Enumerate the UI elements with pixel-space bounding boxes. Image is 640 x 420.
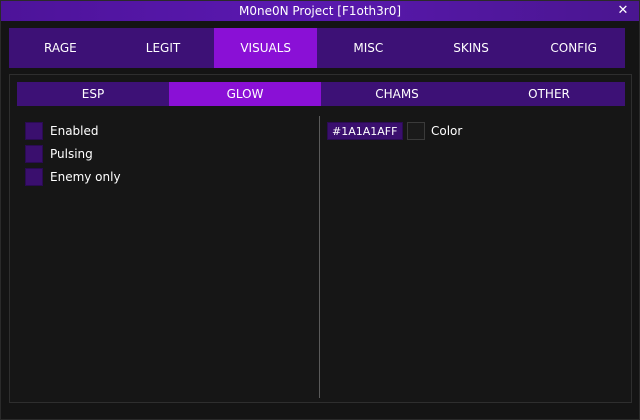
subtab-esp[interactable]: ESP [17, 82, 169, 106]
pulsing-label: Pulsing [50, 147, 93, 161]
color-swatch[interactable] [407, 122, 425, 140]
window-title: M0ne0N Project [F1oth3r0] [238, 4, 402, 18]
color-label: Color [431, 124, 463, 138]
enemy-only-option[interactable]: Enemy only [25, 168, 121, 186]
tab-visuals[interactable]: VISUALS [214, 28, 318, 68]
tab-legit[interactable]: LEGIT [111, 28, 215, 68]
enabled-label: Enabled [50, 124, 99, 138]
pulsing-checkbox[interactable] [25, 145, 43, 163]
column-divider [319, 116, 320, 398]
sub-tab-bar: ESP GLOW CHAMS OTHER [17, 82, 625, 106]
glow-options-column: Enabled Pulsing Enemy only [17, 114, 317, 396]
color-picker-row: Color [327, 122, 462, 140]
subtab-glow[interactable]: GLOW [169, 82, 321, 106]
title-bar[interactable]: M0ne0N Project [F1oth3r0] ✕ [1, 1, 639, 21]
enabled-checkbox[interactable] [25, 122, 43, 140]
pulsing-option[interactable]: Pulsing [25, 145, 93, 163]
main-tab-bar: RAGE LEGIT VISUALS MISC SKINS CONFIG [9, 28, 626, 68]
enemy-only-label: Enemy only [50, 170, 121, 184]
color-hex-input[interactable] [327, 122, 403, 140]
tab-rage[interactable]: RAGE [9, 28, 112, 68]
tab-skins[interactable]: SKINS [419, 28, 523, 68]
enabled-option[interactable]: Enabled [25, 122, 99, 140]
tab-misc[interactable]: MISC [317, 28, 420, 68]
close-icon[interactable]: ✕ [615, 3, 631, 19]
tab-config[interactable]: CONFIG [522, 28, 626, 68]
app-window: M0ne0N Project [F1oth3r0] ✕ RAGE LEGIT V… [0, 0, 640, 420]
subtab-other[interactable]: OTHER [473, 82, 625, 106]
subtab-chams[interactable]: CHAMS [321, 82, 473, 106]
enemy-only-checkbox[interactable] [25, 168, 43, 186]
glow-color-column: Color [323, 114, 623, 396]
